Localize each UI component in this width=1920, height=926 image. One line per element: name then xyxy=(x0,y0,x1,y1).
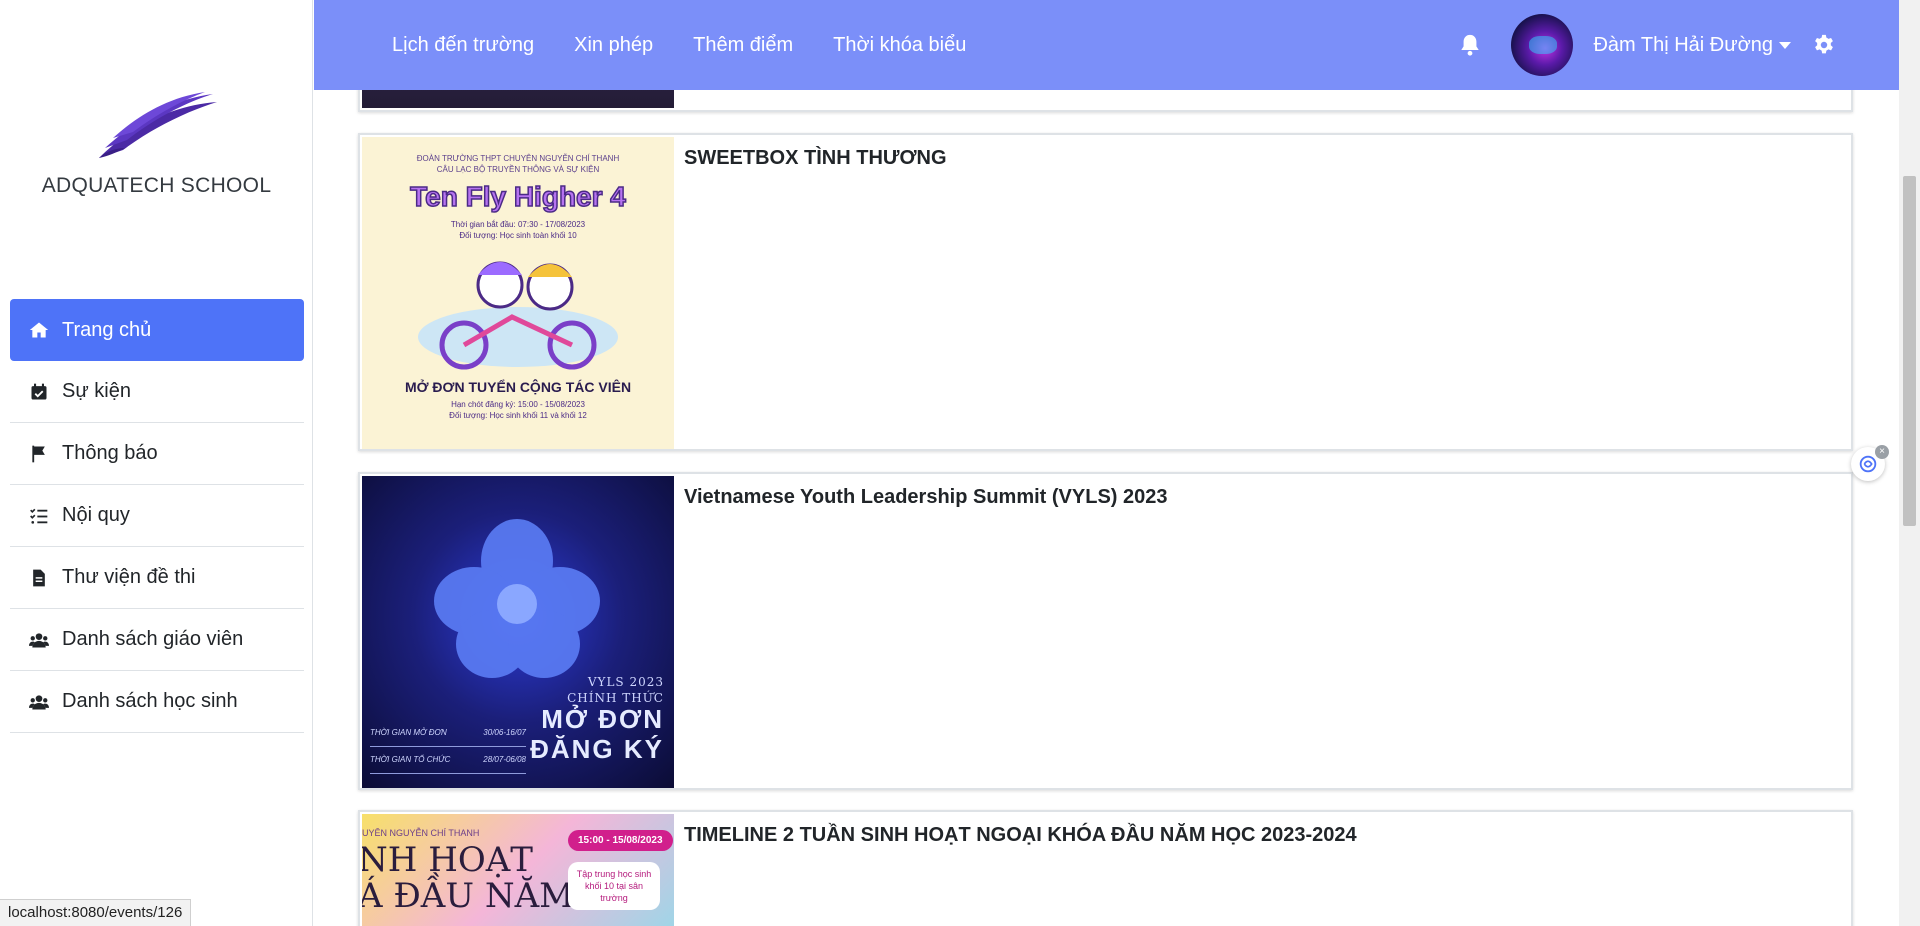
nav-link-add-score[interactable]: Thêm điểm xyxy=(693,34,793,57)
poster-subtitle: VYLS 2023 CHÍNH THỨC xyxy=(567,675,664,705)
home-icon xyxy=(28,319,50,341)
sidebar-item-events[interactable]: Sự kiện xyxy=(10,361,304,423)
event-title[interactable]: Vietnamese Youth Leadership Summit (VYLS… xyxy=(684,486,1168,509)
sidebar-nav: Trang chủ Sự kiện Thông báo Nội quy Thư … xyxy=(10,299,304,733)
event-title[interactable]: SWEETBOX TÌNH THƯƠNG xyxy=(684,147,947,170)
poster-cta-info: Hạn chót đăng ký: 15:00 - 15/08/2023 Đối… xyxy=(449,400,587,420)
event-card[interactable]: ĐOÀN TRƯỜNG THPT CHUYÊN NGUYỄN CHÍ THANH… xyxy=(358,133,1853,451)
poster-headline: MỞ ĐƠN ĐĂNG KÝ xyxy=(530,704,664,764)
caret-down-icon xyxy=(1779,41,1791,49)
nav-link-timetable[interactable]: Thời khóa biểu xyxy=(833,34,966,57)
event-list: ĐOÀN TRƯỜNG THPT CHUYÊN NGUYỄN CHÍ THANH… xyxy=(358,0,1853,926)
sidebar-item-label: Nội quy xyxy=(62,504,130,526)
poster-cta: MỞ ĐƠN TUYỂN CỘNG TÁC VIÊN xyxy=(404,379,632,395)
users-icon xyxy=(28,691,50,713)
users-icon xyxy=(28,629,50,651)
sidebar-item-label: Danh sách giáo viên xyxy=(62,628,244,650)
user-menu-toggle[interactable]: Đàm Thị Hải Đường xyxy=(1593,34,1791,57)
poster-headline: NH HOẠT Á ĐẦU NĂM xyxy=(362,840,574,916)
poster-info: Thời gian bắt đầu: 07:30 - 17/08/2023 Đố… xyxy=(450,220,586,240)
scrollbar[interactable] xyxy=(1899,0,1920,926)
event-thumbnail: VYLS 2023 CHÍNH THỨC MỞ ĐƠN ĐĂNG KÝ THỜI… xyxy=(362,476,674,788)
event-card[interactable]: VYLS 2023 CHÍNH THỨC MỞ ĐƠN ĐĂNG KÝ THỜI… xyxy=(358,472,1853,790)
schedule-label: THỜI GIAN TỔ CHỨC xyxy=(370,755,451,764)
schedule-value: 28/07-06/08 xyxy=(483,755,526,764)
user-name: Đàm Thị Hải Đường xyxy=(1593,33,1773,56)
sidebar-item-rules[interactable]: Nội quy xyxy=(10,485,304,547)
bicycle-illustration-icon xyxy=(418,261,618,370)
scrollbar-thumb[interactable] xyxy=(1903,176,1916,526)
poster-schedule: THỜI GIAN MỞ ĐƠN 30/06-16/07 THỜI GIAN TỔ… xyxy=(370,720,526,774)
user-area: Đàm Thị Hải Đường xyxy=(1459,0,1899,90)
top-nav: Lịch đến trường Xin phép Thêm điểm Thời … xyxy=(392,0,1006,90)
sidebar-item-label: Trang chủ xyxy=(62,318,152,341)
sidebar: ADQUATECH SCHOOL Trang chủ Sự kiện Thông… xyxy=(0,0,313,926)
calendar-check-icon xyxy=(28,381,50,403)
poster-headline: Ten Fly Higher 4 xyxy=(409,180,626,213)
event-thumbnail: UYÊN NGUYỄN CHÍ THANH NH HOẠT Á ĐẦU NĂM … xyxy=(362,814,674,926)
close-icon[interactable]: × xyxy=(1875,445,1889,459)
sidebar-item-teachers[interactable]: Danh sách giáo viên xyxy=(10,609,304,671)
flag-icon xyxy=(28,443,50,465)
wings-logo-icon xyxy=(98,92,217,158)
nav-link-school-schedule[interactable]: Lịch đến trường xyxy=(392,34,534,57)
checklist-icon xyxy=(28,505,50,527)
flower-illustration-icon xyxy=(434,519,600,678)
status-url: localhost:8080/events/126 xyxy=(0,899,192,926)
avatar[interactable] xyxy=(1511,14,1574,76)
brand-logo[interactable]: ADQUATECH SCHOOL xyxy=(0,92,313,198)
nav-link-leave-request[interactable]: Xin phép xyxy=(574,34,653,57)
event-thumbnail: ĐOÀN TRƯỜNG THPT CHUYÊN NGUYỄN CHÍ THANH… xyxy=(362,137,674,449)
sidebar-item-label: Thông báo xyxy=(62,442,158,464)
event-card[interactable]: UYÊN NGUYỄN CHÍ THANH NH HOẠT Á ĐẦU NĂM … xyxy=(358,810,1853,926)
assistant-button[interactable]: × xyxy=(1851,445,1889,481)
schedule-label: THỜI GIAN MỞ ĐƠN xyxy=(370,728,447,737)
event-title[interactable]: TIMELINE 2 TUẦN SINH HOẠT NGOẠI KHÓA ĐẦU… xyxy=(684,824,1357,847)
sidebar-item-label: Danh sách học sinh xyxy=(62,690,238,712)
gear-icon[interactable] xyxy=(1813,34,1835,56)
sidebar-item-label: Sự kiện xyxy=(62,380,131,402)
sidebar-item-exam-library[interactable]: Thư viện đề thi xyxy=(10,547,304,609)
poster-header: ĐOÀN TRƯỜNG THPT CHUYÊN NGUYỄN CHÍ THANH… xyxy=(416,154,620,174)
sidebar-item-students[interactable]: Danh sách học sinh xyxy=(10,671,304,733)
sidebar-item-home[interactable]: Trang chủ xyxy=(10,299,304,361)
sidebar-item-label: Thư viện đề thi xyxy=(62,566,196,588)
topbar: Lịch đến trường Xin phép Thêm điểm Thời … xyxy=(314,0,1899,90)
poster-school: UYÊN NGUYỄN CHÍ THANH xyxy=(362,828,480,838)
poster-date-pill: 15:00 - 15/08/2023 xyxy=(568,830,673,851)
brand-name: ADQUATECH SCHOOL xyxy=(41,174,272,197)
file-icon xyxy=(28,567,50,589)
poster-note: Tập trung học sinh khối 10 tại sân trườn… xyxy=(568,862,660,910)
bell-icon[interactable] xyxy=(1459,33,1481,57)
schedule-value: 30/06-16/07 xyxy=(483,728,526,737)
sidebar-item-notifications[interactable]: Thông báo xyxy=(10,423,304,485)
